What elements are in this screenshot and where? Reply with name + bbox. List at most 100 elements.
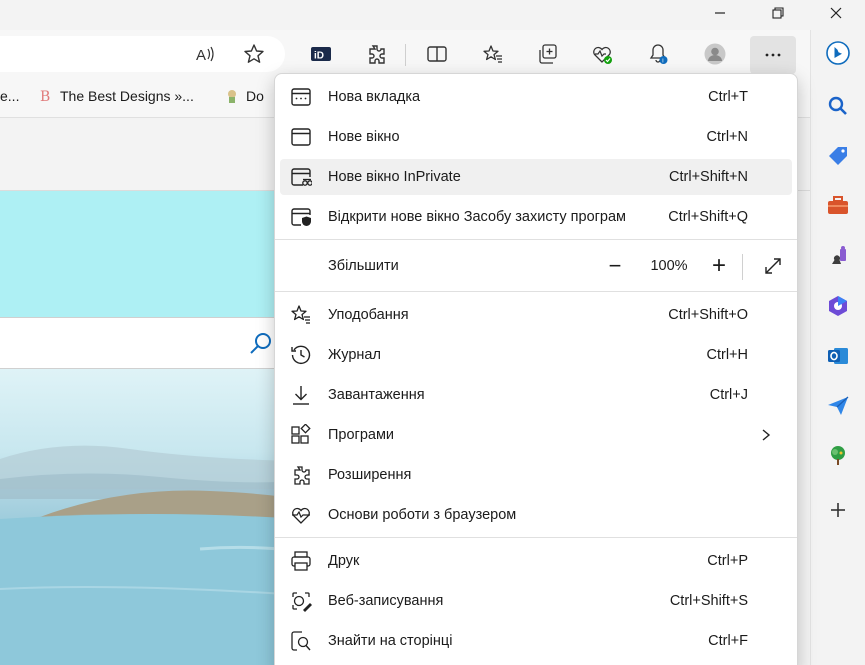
menu-item-label: Веб-записування xyxy=(328,593,444,609)
chevron-right-icon xyxy=(762,429,771,441)
favorites-icon[interactable] xyxy=(477,38,509,70)
landscape-image xyxy=(0,369,300,665)
microsoft365-icon[interactable] xyxy=(819,287,857,325)
menu-item-browser-essentials[interactable]: Основи роботи з браузером xyxy=(280,497,792,533)
bing-icon[interactable] xyxy=(819,34,857,72)
svg-text:i: i xyxy=(662,59,663,65)
tools-briefcase-icon[interactable] xyxy=(819,187,857,225)
menu-item-find-on-page[interactable]: Знайти на сторінці Ctrl+F xyxy=(280,623,792,659)
extensions-icon xyxy=(290,464,312,486)
menu-item-new-inprivate-window[interactable]: Нове вікно InPrivate Ctrl+Shift+N xyxy=(280,159,792,195)
new-tab-icon xyxy=(290,86,312,108)
search-icon[interactable] xyxy=(819,87,857,125)
page-search-box[interactable] xyxy=(0,317,300,369)
extensions-icon[interactable] xyxy=(360,38,392,70)
restore-icon[interactable] xyxy=(756,0,800,26)
download-icon xyxy=(290,384,312,406)
notifications-icon[interactable]: i xyxy=(642,38,674,70)
menu-item-label: Основи роботи з браузером xyxy=(328,507,517,523)
settings-and-more-menu: Нова вкладка Ctrl+T Нове вікно Ctrl+N Но… xyxy=(274,73,798,665)
menu-item-label: Друк xyxy=(328,553,360,569)
browser-essentials-icon xyxy=(290,504,312,526)
page-banner xyxy=(0,191,300,317)
history-icon xyxy=(290,344,312,366)
menu-item-apps[interactable]: Програми xyxy=(280,417,792,453)
title-bar xyxy=(0,0,865,30)
svg-text:iD: iD xyxy=(314,51,324,62)
menu-item-label: Нове вікно InPrivate xyxy=(328,169,461,185)
zoom-out-button[interactable]: − xyxy=(602,248,628,284)
zoom-level: 100% xyxy=(644,248,694,284)
zoom-value: 100% xyxy=(650,258,688,274)
address-bar[interactable]: A xyxy=(0,36,285,72)
toolbar-divider xyxy=(405,44,406,66)
behance-logo-icon: B xyxy=(40,89,50,104)
zoom-out-glyph: − xyxy=(608,253,622,278)
favorite-item[interactable]: B The Best Designs »... xyxy=(38,88,194,104)
zoom-label: Збільшити xyxy=(328,258,399,274)
menu-item-label: Розширення xyxy=(328,467,412,483)
games-icon[interactable] xyxy=(819,237,857,275)
menu-item-shortcut: Ctrl+P xyxy=(707,553,748,569)
id-extension-icon[interactable]: iD xyxy=(305,38,337,70)
profile-avatar[interactable] xyxy=(699,38,731,70)
collections-icon[interactable] xyxy=(532,38,564,70)
browser-toolbar: A iD i xyxy=(0,30,865,78)
favorite-item[interactable]: e... xyxy=(0,88,19,104)
menu-item-shortcut: Ctrl+F xyxy=(708,633,748,649)
read-aloud-icon[interactable]: A xyxy=(189,38,221,70)
menu-divider xyxy=(275,537,797,538)
menu-item-label: Нове вікно xyxy=(328,129,400,145)
favorite-site-icon xyxy=(228,90,236,103)
split-screen-icon[interactable] xyxy=(421,38,453,70)
minimize-icon[interactable] xyxy=(698,0,742,26)
tree-icon[interactable] xyxy=(819,437,857,475)
menu-item-downloads[interactable]: Завантаження Ctrl+J xyxy=(280,377,792,413)
svg-text:B: B xyxy=(40,89,50,104)
menu-item-new-window[interactable]: Нове вікно Ctrl+N xyxy=(280,119,792,155)
find-icon xyxy=(290,630,312,652)
search-icon[interactable] xyxy=(248,330,274,356)
menu-item-new-tab[interactable]: Нова вкладка Ctrl+T xyxy=(280,79,792,115)
outlook-icon[interactable] xyxy=(819,337,857,375)
shopping-tag-icon[interactable] xyxy=(819,137,857,175)
web-capture-icon xyxy=(290,590,312,612)
inprivate-icon xyxy=(290,166,313,188)
menu-item-shortcut: Ctrl+N xyxy=(706,129,749,145)
menu-item-label: Журнал xyxy=(328,347,381,363)
menu-item-zoom: Збільшити − 100% + xyxy=(280,248,792,284)
apps-icon xyxy=(290,423,312,446)
drop-send-icon[interactable] xyxy=(819,387,857,425)
more-icon[interactable] xyxy=(750,36,796,74)
fullscreen-icon xyxy=(765,258,781,274)
edge-sidebar xyxy=(810,30,865,665)
menu-item-shortcut: Ctrl+Shift+S xyxy=(669,593,748,609)
menu-item-label: Уподобання xyxy=(328,307,409,323)
menu-item-shortcut: Ctrl+Shift+O xyxy=(668,307,748,323)
menu-item-label: Програми xyxy=(328,427,395,443)
menu-item-history[interactable]: Журнал Ctrl+H xyxy=(280,337,792,373)
menu-item-label: Знайти на сторінці xyxy=(328,633,453,649)
menu-item-shortcut: Ctrl+J xyxy=(709,387,748,403)
add-icon[interactable] xyxy=(819,491,857,529)
menu-item-application-guard-window[interactable]: Відкрити нове вікно Засобу захисту прогр… xyxy=(280,199,792,235)
menu-item-favorites[interactable]: Уподобання Ctrl+Shift+O xyxy=(280,297,792,333)
fullscreen-button[interactable] xyxy=(758,248,788,284)
favorite-star-icon[interactable] xyxy=(238,38,270,70)
menu-divider xyxy=(275,239,797,240)
browser-essentials-icon[interactable] xyxy=(586,38,618,70)
zoom-in-button[interactable]: + xyxy=(706,248,732,284)
menu-divider xyxy=(275,291,797,292)
menu-item-web-capture[interactable]: Веб-записування Ctrl+Shift+S xyxy=(280,583,792,619)
favorite-item[interactable]: Do xyxy=(224,88,264,104)
menu-item-label: Відкрити нове вікно Засобу захисту прогр… xyxy=(328,209,627,225)
menu-item-shortcut: Ctrl+T xyxy=(708,89,748,105)
new-window-icon xyxy=(290,126,312,148)
menu-item-print[interactable]: Друк Ctrl+P xyxy=(280,543,792,579)
app-guard-icon xyxy=(290,206,312,228)
favorite-item-label: Do xyxy=(246,88,264,104)
menu-item-extensions[interactable]: Розширення xyxy=(280,457,792,493)
close-icon[interactable] xyxy=(814,0,858,26)
favorite-item-label: e... xyxy=(0,88,20,104)
menu-item-shortcut: Ctrl+Shift+Q xyxy=(668,209,748,225)
